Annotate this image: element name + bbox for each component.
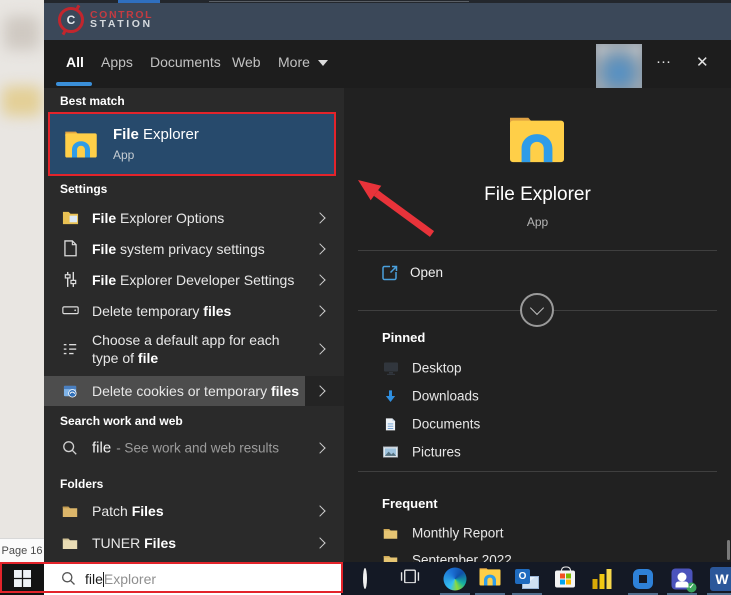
tab-more[interactable]: More: [278, 54, 328, 70]
taskbar-search-box[interactable]: fileExplorer: [44, 562, 341, 595]
best-match-subtitle: App: [113, 148, 199, 162]
tab-apps[interactable]: Apps: [101, 54, 133, 70]
cortana-icon[interactable]: [363, 570, 367, 588]
chevron-right-icon[interactable]: [314, 385, 325, 396]
document-blur-smudge: [2, 86, 42, 116]
background-document: [0, 0, 44, 562]
more-options-button[interactable]: ···: [656, 53, 671, 70]
tab-all[interactable]: All: [66, 54, 84, 70]
section-header-settings: Settings: [60, 182, 107, 196]
taskbar-search-input[interactable]: fileExplorer: [85, 571, 156, 587]
pinned-item-desktop[interactable]: Desktop: [344, 354, 731, 382]
chevron-right-icon[interactable]: [314, 274, 325, 285]
open-action[interactable]: Open: [344, 260, 731, 286]
preview-pane: File Explorer App Open Pinned Desktop: [344, 88, 731, 562]
search-web-result[interactable]: file - See work and web results: [44, 432, 344, 464]
section-header-pinned: Pinned: [382, 330, 425, 345]
chevron-down-icon: [530, 301, 544, 315]
chevron-right-icon[interactable]: [314, 442, 325, 453]
downloads-icon: [382, 388, 399, 405]
search-flyout: C CONTROL STATION All Apps Documents Web…: [44, 0, 731, 562]
pinned-item-pictures[interactable]: Pictures: [344, 438, 731, 466]
chevron-right-icon[interactable]: [314, 212, 325, 223]
power-bi-icon[interactable]: [593, 569, 612, 589]
default-apps-icon: [61, 340, 79, 358]
settings-item-delete-temporary-files[interactable]: Delete temporary files: [44, 295, 344, 326]
documents-icon: [382, 416, 399, 433]
open-icon: [382, 265, 398, 281]
document-blur-smudge: [4, 16, 40, 50]
sliders-icon: [61, 271, 79, 289]
control-station-logo: C CONTROL STATION: [58, 7, 153, 33]
search-icon: [61, 439, 79, 457]
chevron-right-icon[interactable]: [314, 505, 325, 516]
folder-options-icon: [61, 209, 79, 227]
divider: [358, 471, 717, 472]
app-header-bar: C CONTROL STATION: [44, 3, 731, 40]
folder-icon: [382, 525, 399, 542]
preview-title: File Explorer: [344, 184, 731, 206]
drive-icon: [61, 302, 79, 320]
tab-web[interactable]: Web: [232, 54, 261, 70]
section-header-best-match: Best match: [60, 94, 125, 108]
tab-documents[interactable]: Documents: [150, 54, 221, 70]
open-label: Open: [410, 265, 443, 280]
internet-options-icon: [61, 382, 79, 400]
pinned-item-documents[interactable]: Documents: [344, 410, 731, 438]
divider: [358, 250, 717, 251]
web-search-hint: - See work and web results: [116, 441, 279, 456]
start-button[interactable]: [0, 562, 44, 595]
teams-icon[interactable]: ✓: [672, 568, 693, 589]
outlook-icon[interactable]: O: [515, 569, 539, 589]
edge-icon[interactable]: [444, 567, 467, 590]
best-match-title: File Explorer: [113, 126, 199, 143]
desktop-icon: [382, 360, 399, 377]
start-icon: [14, 570, 31, 587]
search-results-list: Best match File Explorer App Settings: [44, 88, 344, 562]
close-button[interactable]: ✕: [696, 53, 709, 71]
store-icon[interactable]: [555, 570, 575, 587]
settings-item-developer-settings[interactable]: File Explorer Developer Settings: [44, 264, 344, 295]
user-avatar[interactable]: [596, 44, 642, 90]
frequent-item-monthly-report[interactable]: Monthly Report: [344, 519, 731, 547]
file-explorer-icon: [63, 128, 99, 160]
section-header-folders: Folders: [60, 477, 103, 491]
settings-item-choose-default-app[interactable]: Choose a default app for each type of fi…: [44, 326, 344, 372]
word-icon[interactable]: W: [710, 567, 731, 591]
folder-result-patch-files[interactable]: Patch Files: [44, 495, 344, 527]
control-station-logo-icon: C: [58, 7, 84, 33]
expand-button[interactable]: [520, 293, 554, 327]
pictures-icon: [382, 444, 399, 461]
search-icon: [61, 571, 76, 586]
settings-item-file-system-privacy[interactable]: File system privacy settings: [44, 233, 344, 264]
vmware-icon[interactable]: [633, 569, 653, 589]
chevron-right-icon[interactable]: [314, 243, 325, 254]
brand-line2: STATION: [90, 20, 153, 30]
task-view-icon[interactable]: [401, 569, 420, 589]
preview-subtitle: App: [344, 215, 731, 229]
scrollbar-thumb[interactable]: [727, 540, 730, 560]
file-explorer-icon[interactable]: [478, 566, 502, 592]
background-window-fragment: [209, 1, 469, 2]
screen: Page 16 C CONTROL STATION All Apps Docum…: [0, 0, 731, 595]
page-number-status: Page 16: [0, 538, 44, 563]
document-icon: [61, 240, 79, 258]
settings-item-file-explorer-options[interactable]: File Explorer Options: [44, 202, 344, 233]
chevron-right-icon[interactable]: [314, 343, 325, 354]
taskbar: fileExplorer O ✓ W: [0, 562, 731, 595]
web-search-query: file: [92, 440, 111, 457]
selected-tab-underline: [56, 82, 92, 86]
file-explorer-icon: [506, 112, 568, 166]
section-header-frequent: Frequent: [382, 496, 438, 511]
folder-result-tuner-files[interactable]: TUNER Files: [44, 527, 344, 559]
settings-item-delete-cookies[interactable]: Delete cookies or temporary files: [44, 376, 344, 406]
folder-icon: [61, 502, 79, 520]
chevron-right-icon[interactable]: [314, 537, 325, 548]
best-match-result-file-explorer[interactable]: File Explorer App: [48, 112, 336, 176]
dropdown-arrow-icon: [318, 60, 328, 66]
pinned-item-downloads[interactable]: Downloads: [344, 382, 731, 410]
folder-icon: [61, 534, 79, 552]
section-header-search-web: Search work and web: [60, 414, 183, 428]
chevron-right-icon[interactable]: [314, 305, 325, 316]
